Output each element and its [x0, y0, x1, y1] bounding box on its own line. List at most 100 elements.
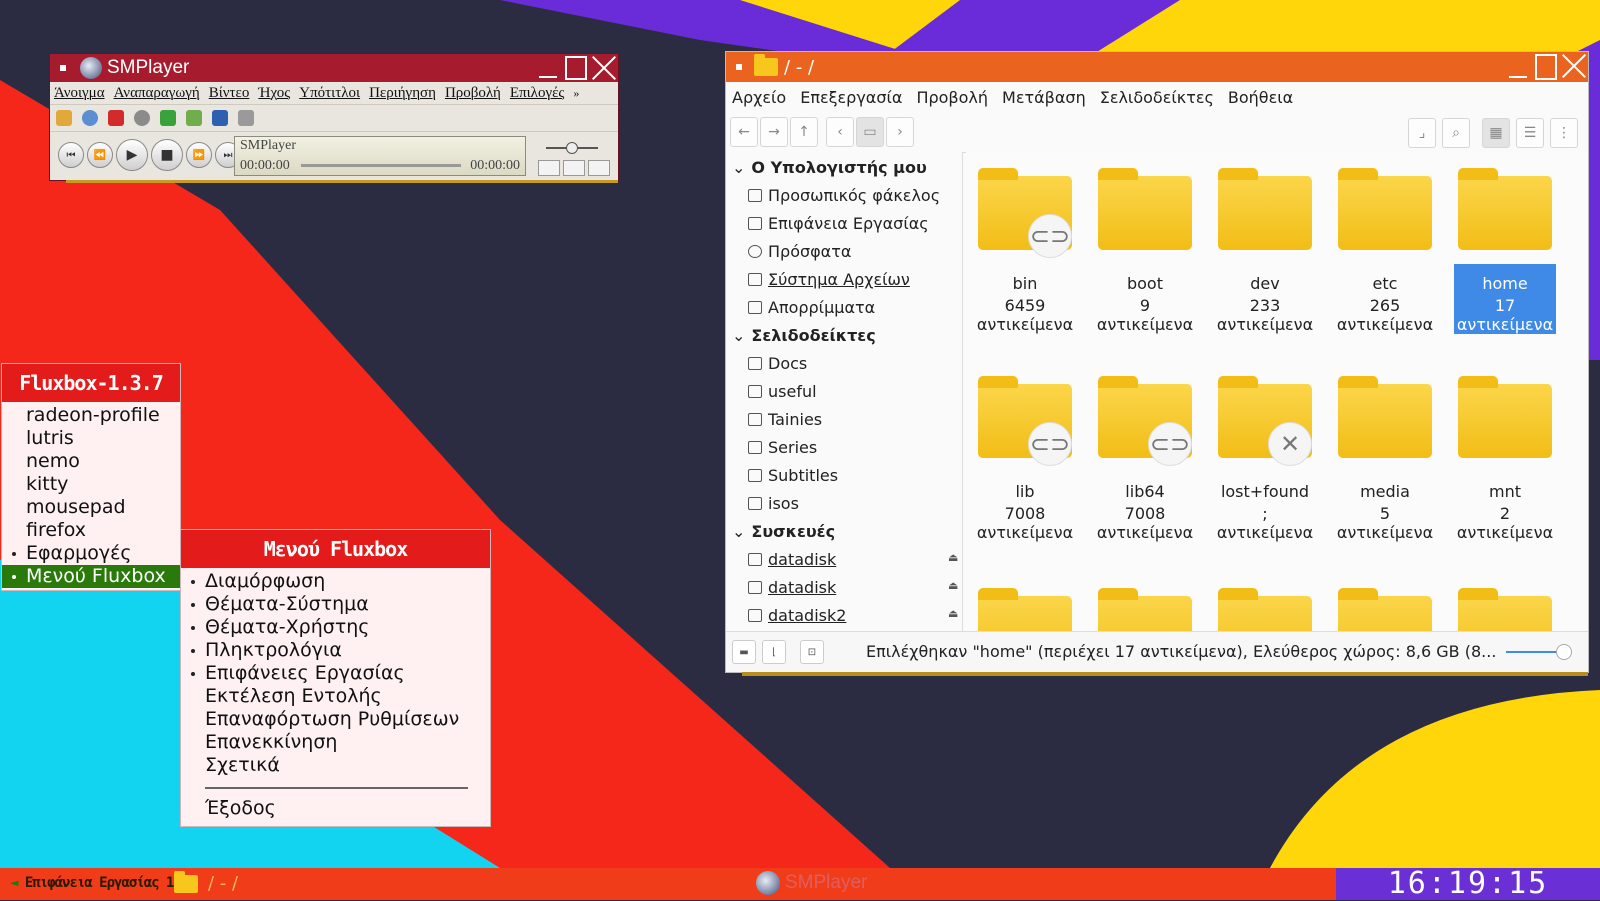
smplayer-window[interactable]: SMPlayer Άνοιγμα Αναπαραγωγή Βίντεο Ήχος… — [50, 54, 618, 183]
seek-bar[interactable] — [301, 164, 461, 167]
sidebar-item-recent[interactable]: Πρόσφατα — [748, 242, 851, 261]
maximize-button[interactable] — [562, 54, 590, 82]
forward-icon[interactable]: → — [760, 117, 788, 147]
sidebar-item-docs[interactable]: Docs — [748, 354, 807, 373]
stop-icon[interactable]: ■ — [151, 139, 183, 171]
menu-item-run-command[interactable]: Εκτέλεση Εντολής — [181, 685, 490, 708]
menu-item-nemo[interactable]: nemo — [2, 450, 180, 473]
file-manager-window[interactable]: / - / Αρχείο Επεξεργασία Προβολή Μετάβασ… — [726, 52, 1588, 676]
sidebar-section-computer[interactable]: Ο Υπολογιστής μου — [732, 158, 926, 177]
back-icon[interactable]: ← — [730, 117, 758, 147]
fullscreen-icon[interactable] — [538, 160, 560, 176]
eject-icon[interactable]: ⏏ — [948, 607, 958, 620]
eject-icon[interactable]: ⏏ — [948, 579, 958, 592]
file-item-lib[interactable]: ⊂⊃ lib 7008 αντικείμενα — [974, 376, 1076, 542]
sidebar-item-tainies[interactable]: Tainies — [748, 410, 822, 429]
file-item-lib64[interactable]: ⊂⊃ lib64 7008 αντικείμενα — [1094, 376, 1196, 542]
smplayer-titlebar[interactable]: SMPlayer — [50, 54, 618, 82]
equalizer-toggle-icon[interactable] — [588, 160, 610, 176]
menu-bookmarks[interactable]: Σελιδοδείκτες — [1100, 88, 1214, 107]
menu-options[interactable]: Επιλογές — [510, 85, 564, 102]
path-right-chevron-icon[interactable]: › — [886, 117, 914, 147]
menu-file[interactable]: Αρχείο — [732, 88, 786, 107]
open-url-icon[interactable] — [82, 110, 98, 126]
fm-titlebar[interactable]: / - / — [726, 52, 1588, 82]
equalizer-icon[interactable] — [238, 110, 254, 126]
menu-item-applications[interactable]: Εφαρμογές — [2, 542, 180, 565]
menu-item-keyboards[interactable]: Πληκτρολόγια — [181, 639, 490, 662]
sidebar-item-datadisk2[interactable]: datadisk2 ⏏ — [748, 606, 958, 625]
sidebar-item-datadisk-1[interactable]: datadisk ⏏ — [748, 550, 958, 569]
info-icon[interactable] — [160, 110, 176, 126]
menu-video[interactable]: Βίντεο — [209, 85, 250, 102]
menu-item-user-themes[interactable]: Θέματα-Χρήστης — [181, 616, 490, 639]
menu-item-exit[interactable]: Έξοδος — [181, 797, 490, 820]
menu-item-lutris[interactable]: lutris — [2, 427, 180, 450]
close-button[interactable] — [1560, 52, 1588, 82]
menu-item-workspaces[interactable]: Επιφάνειες Εργασίας — [181, 662, 490, 685]
sidebar-item-home[interactable]: Προσωπικός φάκελος — [748, 186, 940, 205]
up-icon[interactable]: ↑ — [790, 117, 818, 147]
search-icon[interactable]: ⌕ — [1442, 118, 1470, 148]
menu-item-radeon-profile[interactable]: radeon-profile — [2, 404, 180, 427]
sidebar-item-subtitles[interactable]: Subtitles — [748, 466, 838, 485]
sidebar-section-bookmarks[interactable]: Σελιδοδείκτες — [732, 326, 875, 345]
open-folder-icon[interactable] — [56, 110, 72, 126]
file-item-mnt[interactable]: mnt 2 αντικείμενα — [1454, 376, 1556, 542]
minimize-button[interactable] — [1504, 52, 1532, 82]
menu-item-system-themes[interactable]: Θέματα-Σύστημα — [181, 593, 490, 616]
zoom-slider[interactable] — [1506, 644, 1572, 660]
places-panel-icon[interactable]: ▬ — [732, 640, 756, 664]
file-item-partial[interactable] — [1334, 588, 1436, 632]
sidebar-item-isos[interactable]: isos — [748, 494, 799, 513]
sidebar-item-filesystem[interactable]: Σύστημα Αρχείων — [748, 270, 910, 289]
prev-workspace-icon[interactable]: ◄ — [10, 875, 19, 891]
menu-more-chevron[interactable]: » — [573, 86, 579, 101]
icon-view-icon[interactable]: ▦ — [1482, 118, 1510, 148]
file-item-lost-found[interactable]: ✕ lost+found; αντικείμενα — [1214, 376, 1316, 542]
favorites-icon[interactable] — [108, 110, 124, 126]
file-item-bin[interactable]: ⊂⊃ bin 6459 αντικείμενα — [974, 168, 1076, 334]
eject-icon[interactable]: ⏏ — [948, 551, 958, 564]
preferences-icon[interactable] — [212, 110, 228, 126]
file-item-home[interactable]: home 17 αντικείμενα — [1454, 168, 1556, 334]
menu-go[interactable]: Μετάβαση — [1002, 88, 1086, 107]
menu-play[interactable]: Αναπαραγωγή — [114, 85, 200, 102]
sidebar-item-useful[interactable]: useful — [748, 382, 817, 401]
file-item-etc[interactable]: etc 265 αντικείμενα — [1334, 168, 1436, 334]
task-smplayer[interactable]: SMPlayer — [756, 871, 867, 895]
minimize-button[interactable] — [534, 54, 562, 82]
maximize-button[interactable] — [1532, 52, 1560, 82]
playlist-icon[interactable] — [186, 110, 202, 126]
play-icon[interactable]: ▶ — [116, 139, 148, 171]
sidebar-item-trash[interactable]: Απορρίμματα — [748, 298, 875, 317]
menu-view[interactable]: Προβολή — [445, 85, 501, 102]
toggle-sidebar-icon[interactable]: ⊡ — [800, 640, 824, 664]
sidebar-section-devices[interactable]: Συσκευές — [732, 522, 835, 541]
menu-item-restart[interactable]: Επανεκκίνηση — [181, 731, 490, 754]
compact-view-icon[interactable]: ⋮ — [1550, 118, 1578, 148]
rewind-icon[interactable]: ⏪ — [87, 142, 113, 168]
compact-mode-icon[interactable] — [563, 160, 585, 176]
close-button[interactable] — [590, 54, 618, 82]
terminal-icon[interactable]: ⌟ — [1408, 118, 1436, 148]
path-left-chevron-icon[interactable]: ‹ — [826, 117, 854, 147]
workspace-switcher[interactable]: ◄ Επιφάνεια Εργασίας 1 ► — [10, 875, 189, 891]
tree-panel-icon[interactable]: ⌊ — [762, 640, 786, 664]
file-item-dev[interactable]: dev 233 αντικείμενα — [1214, 168, 1316, 334]
window-menu-icon[interactable] — [60, 65, 66, 71]
menu-browse[interactable]: Περιήγηση — [369, 85, 436, 102]
menu-item-mousepad[interactable]: mousepad — [2, 496, 180, 519]
file-item-media[interactable]: media 5 αντικείμενα — [1334, 376, 1436, 542]
menu-edit[interactable]: Επεξεργασία — [800, 88, 902, 107]
menu-item-configuration[interactable]: Διαμόρφωση — [181, 570, 490, 593]
menu-subtitles[interactable]: Υπότιτλοι — [299, 85, 360, 102]
menu-item-about[interactable]: Σχετικά — [181, 754, 490, 777]
menu-item-firefox[interactable]: firefox — [2, 519, 180, 542]
menu-audio[interactable]: Ήχος — [258, 85, 290, 102]
menu-item-reload-config[interactable]: Επαναφόρτωση Ρυθμίσεων — [181, 708, 490, 731]
screenshot-icon[interactable] — [134, 110, 150, 126]
window-menu-icon[interactable] — [736, 64, 742, 70]
volume-slider[interactable] — [532, 142, 612, 154]
menu-item-fluxbox-menu[interactable]: Μενού Fluxbox — [2, 565, 180, 588]
